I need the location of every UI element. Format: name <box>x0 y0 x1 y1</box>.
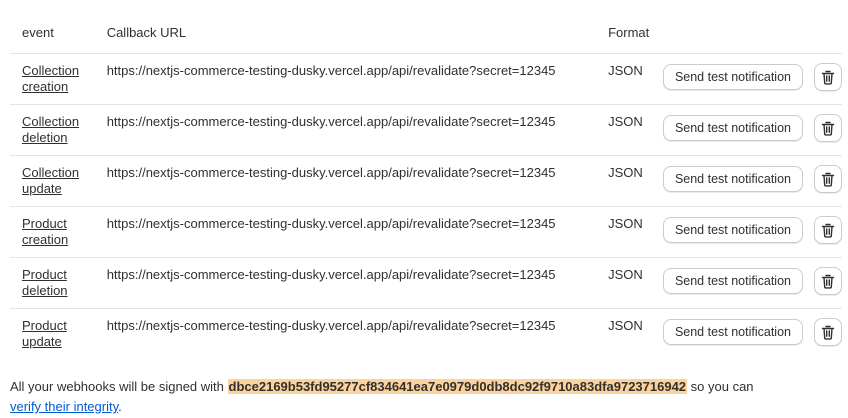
delete-webhook-button[interactable] <box>813 216 842 244</box>
event-action: update <box>22 181 62 196</box>
format-value: JSON <box>608 114 643 129</box>
event-link[interactable]: Product deletion <box>22 267 68 299</box>
event-cell: Product deletion <box>10 257 107 309</box>
format-cell: JSON <box>608 104 663 156</box>
delete-webhook-button[interactable] <box>813 267 842 295</box>
event-cell: Collection deletion <box>10 104 107 156</box>
actions-cell: Send test notification <box>662 309 842 360</box>
event-link[interactable]: Collection update <box>22 165 79 197</box>
event-cell: Product creation <box>10 206 107 258</box>
callback-url-cell: https://nextjs-commerce-testing-dusky.ve… <box>106 257 609 309</box>
event-link[interactable]: Product update <box>22 318 67 350</box>
signing-note-prefix: All your webhooks will be signed with <box>10 379 224 394</box>
event-link[interactable]: Product creation <box>22 216 68 248</box>
event-name: Product <box>22 267 67 282</box>
actions-cell: Send test notification <box>662 53 842 105</box>
event-cell: Collection update <box>10 155 107 207</box>
format-cell: JSON <box>608 53 663 105</box>
delete-webhook-button[interactable] <box>813 165 842 193</box>
actions-cell: Send test notification <box>662 257 842 309</box>
webhooks-panel: event Callback URL Format Collection crea… <box>0 0 848 418</box>
column-header-callback-url: Callback URL <box>106 11 609 54</box>
table-row: Collection deletion https://nextjs-commer… <box>10 104 842 156</box>
delete-webhook-button[interactable] <box>813 318 842 346</box>
callback-url: https://nextjs-commerce-testing-dusky.ve… <box>106 216 556 231</box>
delete-webhook-button[interactable] <box>813 114 842 142</box>
format-value: JSON <box>608 318 643 333</box>
callback-url: https://nextjs-commerce-testing-dusky.ve… <box>106 114 556 129</box>
format-value: JSON <box>608 63 643 78</box>
event-action: update <box>22 334 62 349</box>
trash-icon <box>821 223 835 238</box>
callback-url: https://nextjs-commerce-testing-dusky.ve… <box>106 318 556 333</box>
column-header-event: event <box>10 11 107 54</box>
event-action: deletion <box>22 283 68 298</box>
webhooks-table: event Callback URL Format Collection crea… <box>10 11 842 359</box>
format-cell: JSON <box>608 155 663 207</box>
row-actions: Send test notification <box>662 216 842 244</box>
trash-icon <box>821 325 835 340</box>
row-actions: Send test notification <box>662 114 842 142</box>
send-test-notification-button[interactable]: Send test notification <box>662 166 803 192</box>
callback-url-cell: https://nextjs-commerce-testing-dusky.ve… <box>106 155 609 207</box>
event-name: Product <box>22 318 67 333</box>
event-name: Product <box>22 216 67 231</box>
actions-cell: Send test notification <box>662 206 842 258</box>
event-cell: Collection creation <box>10 53 107 105</box>
event-action: deletion <box>22 130 68 145</box>
event-cell: Product update <box>10 309 107 360</box>
callback-url-cell: https://nextjs-commerce-testing-dusky.ve… <box>106 53 609 105</box>
callback-url: https://nextjs-commerce-testing-dusky.ve… <box>106 165 556 180</box>
signing-note-period: . <box>118 399 122 414</box>
table-row: Collection creation https://nextjs-commer… <box>10 53 842 105</box>
event-name: Collection <box>22 114 80 129</box>
format-value: JSON <box>608 165 643 180</box>
actions-cell: Send test notification <box>662 104 842 156</box>
table-row: Collection update https://nextjs-commerce… <box>10 155 842 207</box>
trash-icon <box>821 274 835 289</box>
format-cell: JSON <box>608 257 663 309</box>
delete-webhook-button[interactable] <box>813 63 842 91</box>
signing-note-suffix: so you can <box>690 379 754 394</box>
format-value: JSON <box>608 267 643 282</box>
callback-url-cell: https://nextjs-commerce-testing-dusky.ve… <box>107 309 608 360</box>
row-actions: Send test notification <box>662 63 842 91</box>
verify-integrity-link[interactable]: verify their integrity <box>10 399 118 414</box>
format-value: JSON <box>608 216 643 231</box>
send-test-notification-button[interactable]: Send test notification <box>662 115 803 141</box>
format-cell: JSON <box>608 206 663 258</box>
send-test-notification-button[interactable]: Send test notification <box>662 319 803 345</box>
callback-url-cell: https://nextjs-commerce-testing-dusky.ve… <box>106 206 609 258</box>
event-link[interactable]: Collection deletion <box>22 114 79 146</box>
event-link[interactable]: Collection creation <box>22 63 79 95</box>
event-name: Collection <box>22 165 80 180</box>
table-header-row: event Callback URL Format <box>10 11 842 54</box>
table-row: Product creation https://nextjs-commerce-… <box>10 206 842 258</box>
callback-url: https://nextjs-commerce-testing-dusky.ve… <box>106 63 556 78</box>
row-actions: Send test notification <box>662 165 842 193</box>
event-name: Collection <box>22 63 80 78</box>
signing-secret: dbce2169b53fd95277cf834641ea7e0979d0db8d… <box>227 379 688 394</box>
callback-url: https://nextjs-commerce-testing-dusky.ve… <box>106 267 556 282</box>
column-header-actions <box>662 11 842 54</box>
trash-icon <box>821 70 835 85</box>
send-test-notification-button[interactable]: Send test notification <box>662 217 803 243</box>
row-actions: Send test notification <box>662 267 842 295</box>
callback-url-cell: https://nextjs-commerce-testing-dusky.ve… <box>106 104 609 156</box>
send-test-notification-button[interactable]: Send test notification <box>662 64 803 90</box>
send-test-notification-button[interactable]: Send test notification <box>662 268 803 294</box>
event-action: creation <box>22 79 69 94</box>
trash-icon <box>821 121 835 136</box>
actions-cell: Send test notification <box>662 155 842 207</box>
table-row: Product update https://nextjs-commerce-te… <box>10 309 842 360</box>
signing-note: All your webhooks will be signed with db… <box>10 377 840 417</box>
row-actions: Send test notification <box>662 318 842 346</box>
trash-icon <box>821 172 835 187</box>
format-cell: JSON <box>608 309 663 360</box>
column-header-format: Format <box>608 11 663 54</box>
event-action: creation <box>22 232 69 247</box>
table-row: Product deletion https://nextjs-commerce-… <box>10 257 842 309</box>
